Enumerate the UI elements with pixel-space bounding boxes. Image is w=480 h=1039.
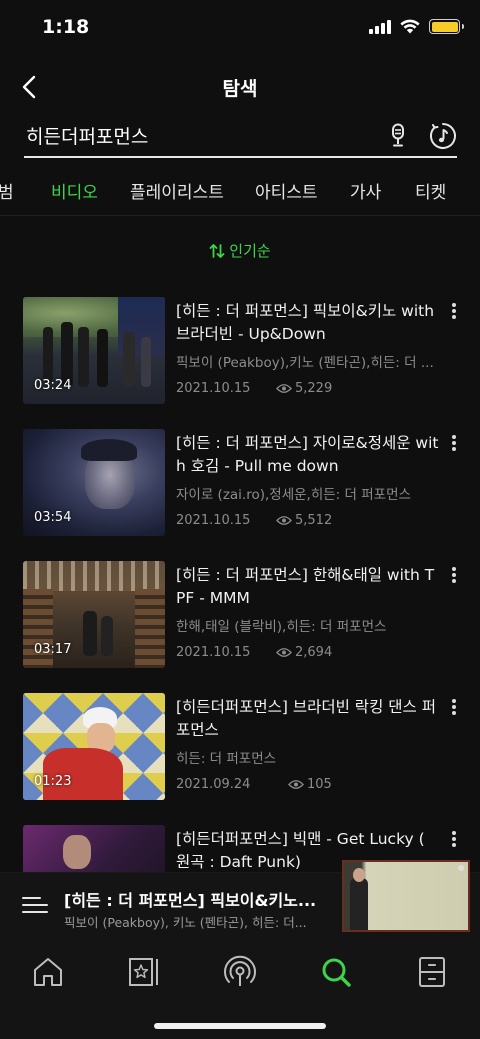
- video-artist[interactable]: 픽보이 (Peakboy),키노 (펜타곤),히든: 더 ...: [176, 351, 440, 371]
- video-list-item[interactable]: 03:17 [히든 : 더 퍼포먼스] 한해&태일 with TPF - MMM…: [0, 561, 480, 673]
- eye-icon: [276, 384, 292, 393]
- podcast-icon[interactable]: [222, 954, 258, 990]
- tab-video[interactable]: 비디오: [51, 178, 98, 203]
- video-artist[interactable]: 자이로 (zai.ro),정세운,히든: 더 퍼포먼스: [176, 483, 440, 503]
- mini-player-artist[interactable]: 픽보이 (Peakboy), 키노 (펜타곤), 히든: 더...: [64, 912, 324, 931]
- home-icon[interactable]: [30, 954, 66, 990]
- video-list-item[interactable]: 03:54 [히든 : 더 퍼포먼스] 자이로&정세운 with 호김 - Pu…: [0, 429, 480, 541]
- sort-icon: [209, 244, 225, 258]
- video-list-item[interactable]: 01:23 [히든더퍼포먼스] 브라더빈 락킹 댄스 퍼포먼스 히든: 더 퍼포…: [0, 693, 480, 805]
- video-duration: 03:54: [34, 510, 72, 525]
- video-date: 2021.09.24: [176, 777, 251, 792]
- wifi-icon: [400, 19, 420, 34]
- video-duration: 01:23: [34, 774, 72, 789]
- storage-icon[interactable]: [414, 954, 450, 990]
- video-artist[interactable]: 히든: 더 퍼포먼스: [176, 747, 440, 767]
- music-search-icon[interactable]: [429, 122, 457, 150]
- playlist-queue-icon[interactable]: [22, 895, 48, 917]
- video-list-item[interactable]: 03:24 [히든 : 더 퍼포먼스] 픽보이&키노 with 브라더빈 - U…: [0, 297, 480, 409]
- video-thumbnail[interactable]: [23, 825, 165, 872]
- category-tabs: 범 비디오 플레이리스트 아티스트 가사 티켓: [0, 170, 480, 216]
- eye-icon: [276, 516, 292, 525]
- tab-artist[interactable]: 아티스트: [255, 178, 318, 203]
- status-bar: 1:18: [0, 0, 480, 56]
- eye-icon: [276, 648, 292, 657]
- more-options-icon[interactable]: [448, 697, 460, 719]
- tab-ticket[interactable]: 티켓: [415, 178, 446, 203]
- video-duration: 03:24: [34, 378, 72, 393]
- header: 탐색: [0, 64, 480, 110]
- more-options-icon[interactable]: [448, 829, 460, 851]
- battery-icon: [429, 19, 464, 34]
- video-views: 105: [288, 777, 332, 792]
- search-query[interactable]: 히든더퍼포먼스: [26, 122, 148, 149]
- search-icon[interactable]: [318, 954, 354, 990]
- video-thumbnail[interactable]: 01:23: [23, 693, 165, 800]
- tab-album[interactable]: 범: [0, 178, 14, 203]
- more-options-icon[interactable]: [448, 565, 460, 587]
- video-date: 2021.10.15: [176, 645, 251, 660]
- video-views: 2,694: [276, 645, 332, 660]
- more-options-icon[interactable]: [448, 433, 460, 455]
- status-time: 1:18: [42, 16, 90, 38]
- page-title: 탐색: [222, 78, 258, 100]
- video-artist[interactable]: 한해,태일 (블락비),히든: 더 퍼포먼스: [176, 615, 440, 635]
- library-icon[interactable]: [126, 954, 162, 990]
- video-date: 2021.10.15: [176, 381, 251, 396]
- tab-lyrics[interactable]: 가사: [350, 178, 381, 203]
- video-title[interactable]: [히든 : 더 퍼포먼스] 자이로&정세운 with 호김 - Pull me …: [176, 432, 440, 478]
- video-thumbnail[interactable]: 03:24: [23, 297, 165, 404]
- video-views: 5,512: [276, 513, 332, 528]
- video-date: 2021.10.15: [176, 513, 251, 528]
- sort-button[interactable]: 인기순: [0, 240, 480, 261]
- home-indicator[interactable]: [154, 1023, 326, 1029]
- video-title[interactable]: [히든 : 더 퍼포먼스] 픽보이&키노 with 브라더빈 - Up&Down: [176, 300, 440, 346]
- more-options-icon[interactable]: [448, 301, 460, 323]
- video-title[interactable]: [히든 : 더 퍼포먼스] 한해&태일 with TPF - MMM: [176, 564, 440, 610]
- video-duration: 03:17: [34, 642, 72, 657]
- signal-icon: [369, 19, 391, 34]
- video-views: 5,229: [276, 381, 332, 396]
- video-title[interactable]: [히든더퍼포먼스] 브라더빈 락킹 댄스 퍼포먼스: [176, 696, 440, 742]
- status-icons: [369, 19, 464, 34]
- video-thumbnail[interactable]: 03:54: [23, 429, 165, 536]
- video-pip-preview[interactable]: [342, 860, 470, 932]
- eye-icon: [288, 780, 304, 789]
- microphone-icon[interactable]: [387, 123, 409, 149]
- video-thumbnail[interactable]: 03:17: [23, 561, 165, 668]
- search-input[interactable]: 히든더퍼포먼스: [24, 116, 457, 158]
- tab-playlist[interactable]: 플레이리스트: [130, 178, 224, 203]
- mini-player-title[interactable]: [히든 : 더 퍼포먼스] 픽보이&키노...: [64, 887, 334, 911]
- sort-label: 인기순: [229, 242, 271, 260]
